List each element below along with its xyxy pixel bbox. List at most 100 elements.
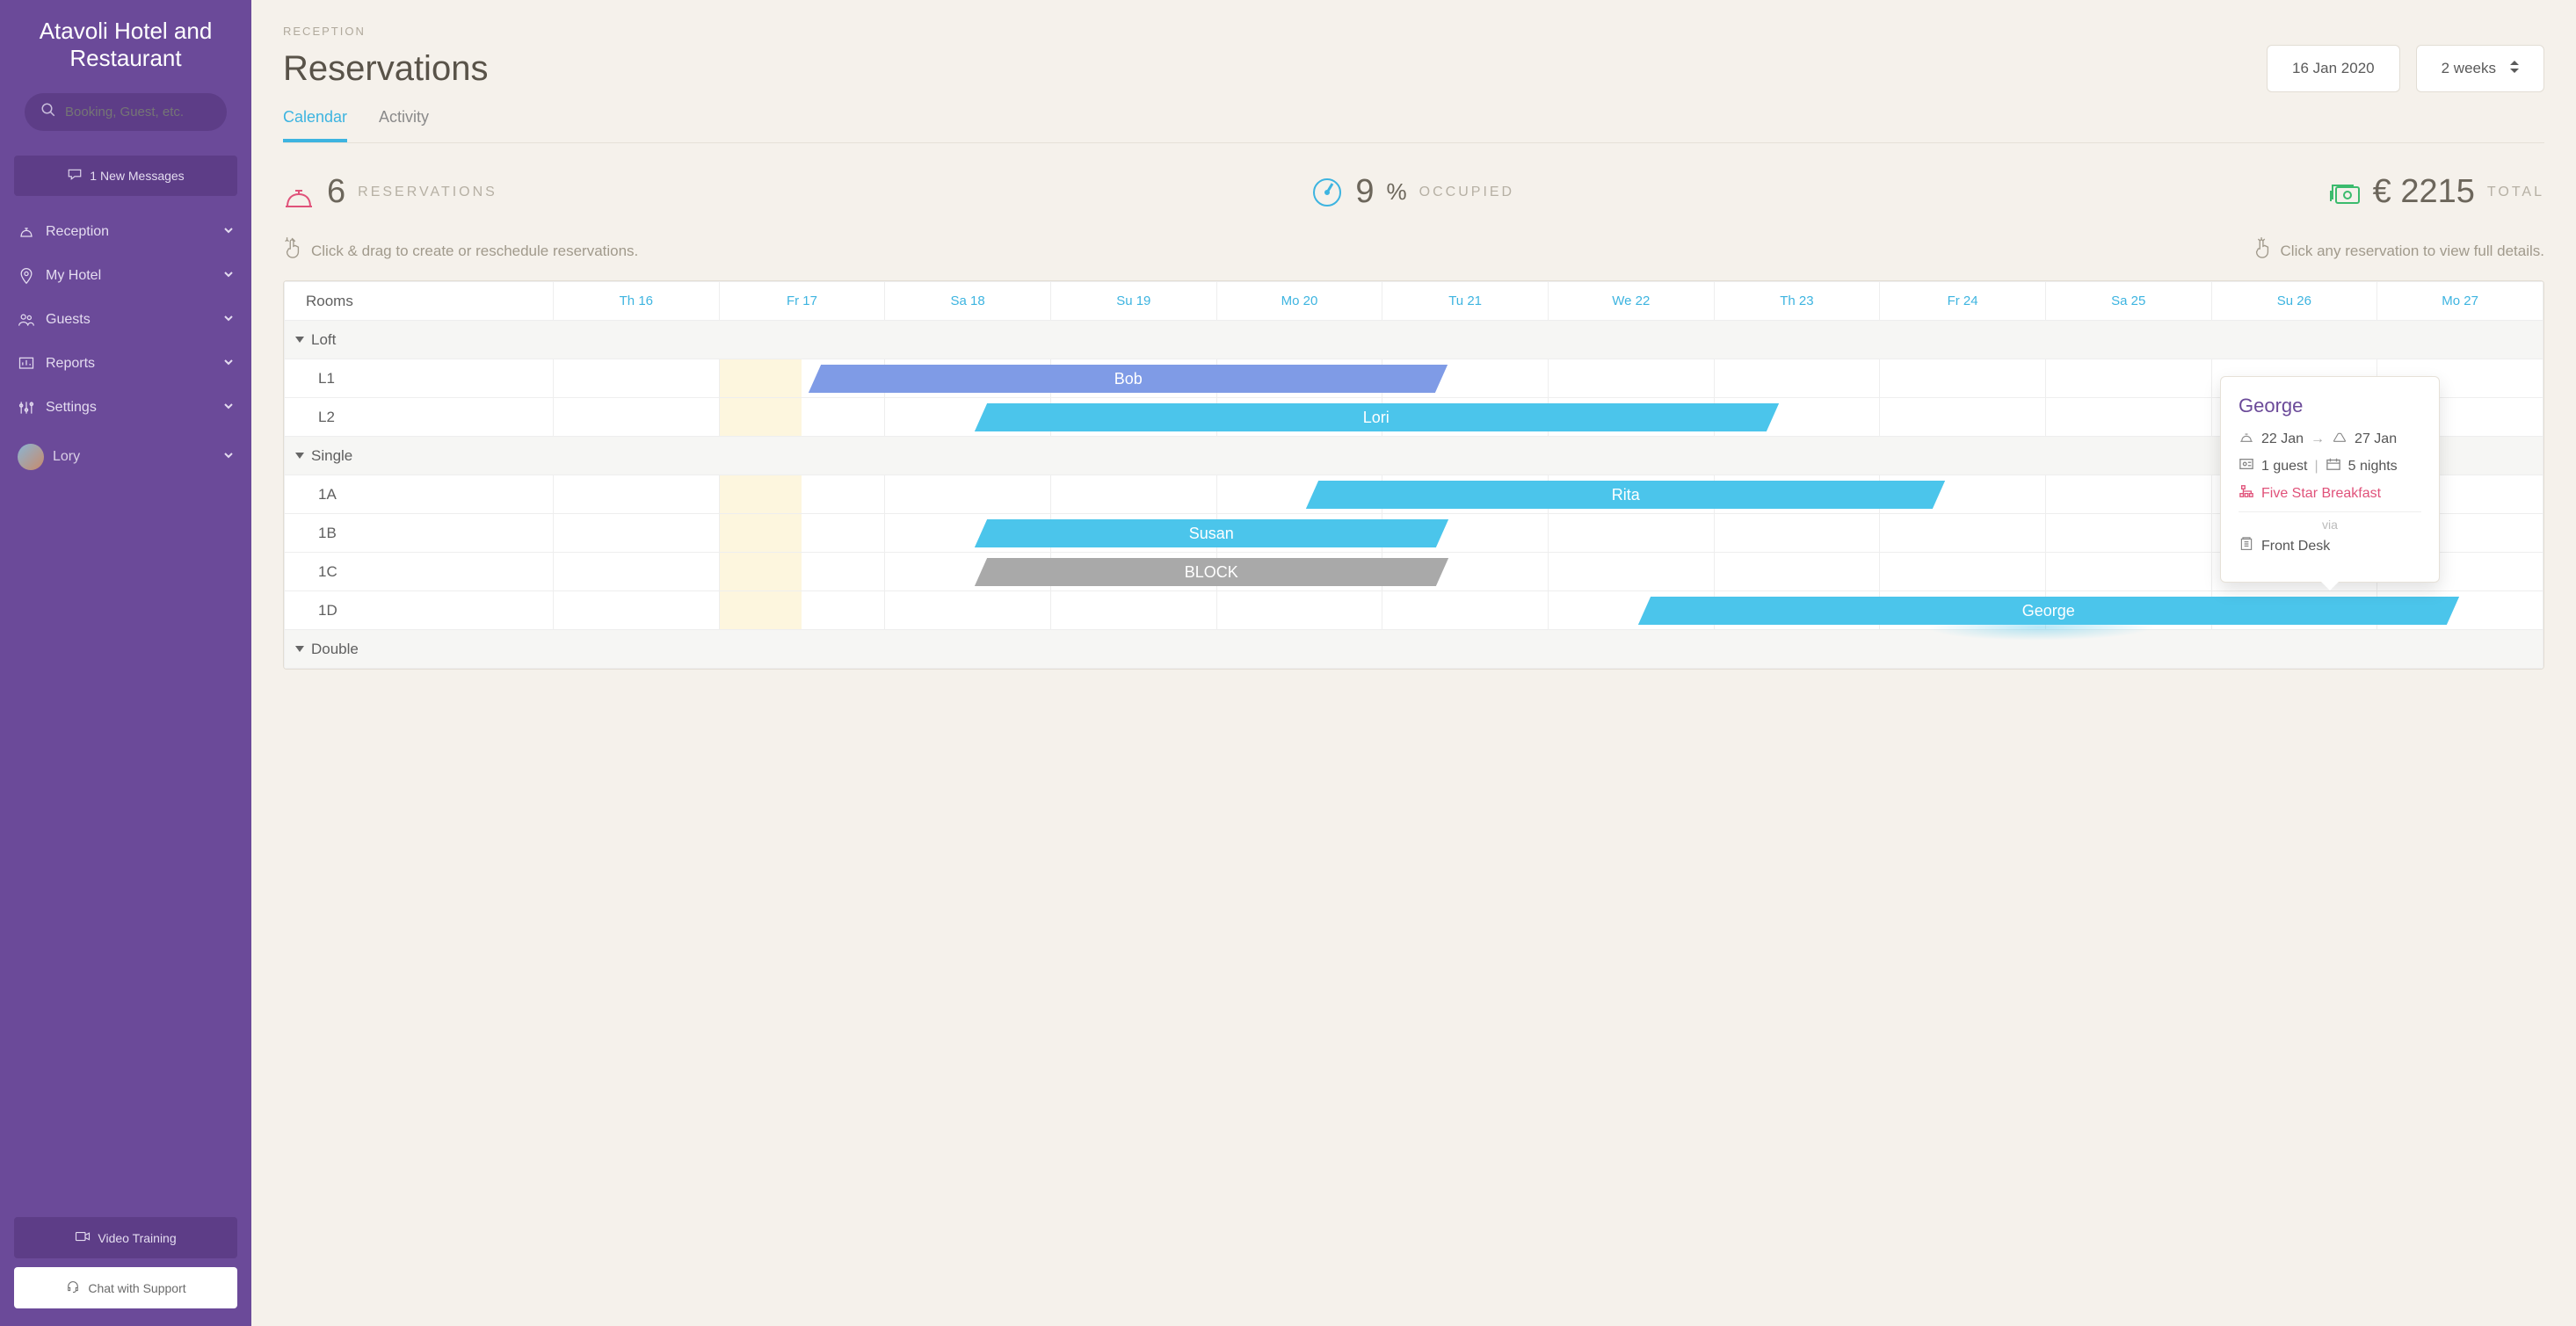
tooltip-plan: Five Star Breakfast bbox=[2261, 486, 2381, 502]
stat-value: 9 bbox=[1355, 173, 1374, 211]
tab-activity[interactable]: Activity bbox=[379, 108, 429, 142]
stat-total: € 2215 TOTAL bbox=[2329, 173, 2544, 211]
room-label: L2 bbox=[285, 398, 554, 437]
room-label: L1 bbox=[285, 359, 554, 398]
collapse-icon bbox=[295, 337, 304, 343]
tab-calendar[interactable]: Calendar bbox=[283, 108, 347, 142]
range-select[interactable]: 2 weeks bbox=[2416, 45, 2544, 92]
reservation-bob[interactable]: Bob bbox=[809, 365, 1448, 393]
reservation-rita[interactable]: Rita bbox=[1306, 481, 1945, 509]
hint-text: Click any reservation to view full detai… bbox=[2281, 243, 2544, 260]
day-header[interactable]: Fr 24 bbox=[1880, 282, 2046, 321]
new-messages-button[interactable]: 1 New Messages bbox=[14, 156, 237, 196]
tooltip-guest-name: George bbox=[2239, 395, 2421, 417]
day-header[interactable]: We 22 bbox=[1548, 282, 1714, 321]
tooltip-nights: 5 nights bbox=[2348, 459, 2398, 475]
nav-reports[interactable]: Reports bbox=[0, 342, 251, 386]
chat-icon bbox=[67, 168, 83, 184]
nav-settings[interactable]: Settings bbox=[0, 386, 251, 430]
main-nav: Reception My Hotel Guests Reports Settin… bbox=[0, 210, 251, 430]
chevron-down-icon bbox=[223, 224, 234, 240]
day-header[interactable]: Fr 17 bbox=[719, 282, 885, 321]
day-header[interactable]: Sa 25 bbox=[2045, 282, 2211, 321]
pointer-icon bbox=[2253, 237, 2272, 264]
chat-support-button[interactable]: Chat with Support bbox=[14, 1267, 237, 1308]
avatar bbox=[18, 444, 44, 470]
room-label: 1D bbox=[285, 591, 554, 630]
reservation-susan[interactable]: Susan bbox=[975, 519, 1449, 547]
video-label: Video Training bbox=[98, 1231, 176, 1245]
chevron-down-icon bbox=[223, 400, 234, 416]
collapse-icon bbox=[295, 646, 304, 652]
date-picker-button[interactable]: 16 Jan 2020 bbox=[2267, 45, 2400, 92]
nav-my-hotel[interactable]: My Hotel bbox=[0, 254, 251, 298]
reports-icon bbox=[18, 355, 35, 373]
stat-label: TOTAL bbox=[2487, 185, 2544, 200]
bell-icon bbox=[283, 177, 315, 208]
checkin-icon bbox=[2239, 430, 2254, 448]
section-loft[interactable]: Loft bbox=[285, 321, 2543, 359]
room-label: 1B bbox=[285, 514, 554, 553]
day-header[interactable]: Su 19 bbox=[1050, 282, 1216, 321]
tooltip-checkin: 22 Jan bbox=[2261, 431, 2304, 447]
stats-row: 6 RESERVATIONS 9 % OCCUPIED € 2215 TOTAL bbox=[283, 173, 2544, 211]
day-header[interactable]: Mo 20 bbox=[1216, 282, 1382, 321]
page-title: Reservations bbox=[283, 49, 2251, 89]
nav-reception[interactable]: Reception bbox=[0, 210, 251, 254]
day-header[interactable]: Su 26 bbox=[2211, 282, 2377, 321]
hint-text: Click & drag to create or reschedule res… bbox=[311, 243, 638, 260]
day-header[interactable]: Mo 27 bbox=[2377, 282, 2543, 321]
search-input[interactable] bbox=[65, 105, 211, 120]
new-messages-label: 1 New Messages bbox=[90, 169, 184, 183]
tabs: Calendar Activity bbox=[283, 108, 2544, 143]
calendar-grid[interactable]: Rooms Th 16 Fr 17 Sa 18 Su 19 Mo 20 Tu 2… bbox=[283, 280, 2544, 670]
pin-icon bbox=[18, 267, 35, 285]
reservation-lori[interactable]: Lori bbox=[975, 403, 1779, 431]
search-box[interactable] bbox=[25, 93, 227, 131]
checkout-icon bbox=[2332, 430, 2347, 448]
search-icon bbox=[40, 102, 56, 122]
room-label: 1C bbox=[285, 553, 554, 591]
chevron-down-icon bbox=[223, 449, 234, 465]
stat-currency: € bbox=[2373, 173, 2391, 210]
bell-icon bbox=[18, 223, 35, 241]
tooltip-via-label: via bbox=[2239, 511, 2421, 532]
nav-guests[interactable]: Guests bbox=[0, 298, 251, 342]
guests-icon bbox=[18, 311, 35, 329]
section-double[interactable]: Double bbox=[285, 630, 2543, 669]
app-title: Atavoli Hotel and Restaurant bbox=[0, 18, 251, 90]
plan-icon bbox=[2239, 484, 2254, 503]
stat-reservations: 6 RESERVATIONS bbox=[283, 173, 497, 211]
nav-label: Guests bbox=[46, 312, 91, 328]
pointer-icon bbox=[283, 237, 302, 264]
day-header[interactable]: Sa 18 bbox=[885, 282, 1051, 321]
reservation-george[interactable]: George bbox=[1638, 597, 2459, 625]
video-training-button[interactable]: Video Training bbox=[14, 1217, 237, 1258]
stat-value: 6 bbox=[327, 173, 345, 211]
day-header[interactable]: Tu 21 bbox=[1382, 282, 1549, 321]
day-header[interactable]: Th 23 bbox=[1714, 282, 1880, 321]
reservation-block[interactable]: BLOCK bbox=[975, 558, 1449, 586]
rooms-header: Rooms bbox=[285, 282, 554, 321]
nav-label: My Hotel bbox=[46, 268, 101, 284]
section-single[interactable]: Single bbox=[285, 437, 2543, 475]
room-label: 1A bbox=[285, 475, 554, 514]
tooltip-guests: 1 guest bbox=[2261, 459, 2307, 475]
user-name: Lory bbox=[53, 449, 80, 465]
stat-value: 2215 bbox=[2400, 173, 2475, 210]
main-content: RECEPTION Reservations 16 Jan 2020 2 wee… bbox=[251, 0, 2576, 1326]
sort-icon bbox=[2510, 60, 2519, 77]
headset-icon bbox=[65, 1279, 81, 1296]
money-icon bbox=[2329, 177, 2361, 208]
date-picker-value: 16 Jan 2020 bbox=[2292, 60, 2375, 77]
chevron-down-icon bbox=[223, 268, 234, 284]
tooltip-source: Front Desk bbox=[2261, 539, 2330, 554]
chevron-down-icon bbox=[223, 312, 234, 328]
sliders-icon bbox=[18, 399, 35, 417]
gauge-icon bbox=[1311, 177, 1343, 208]
day-header[interactable]: Th 16 bbox=[554, 282, 720, 321]
hint-drag: Click & drag to create or reschedule res… bbox=[283, 237, 638, 264]
range-value: 2 weeks bbox=[2442, 60, 2496, 77]
stat-pct: % bbox=[1387, 178, 1407, 206]
user-menu[interactable]: Lory bbox=[0, 430, 251, 484]
